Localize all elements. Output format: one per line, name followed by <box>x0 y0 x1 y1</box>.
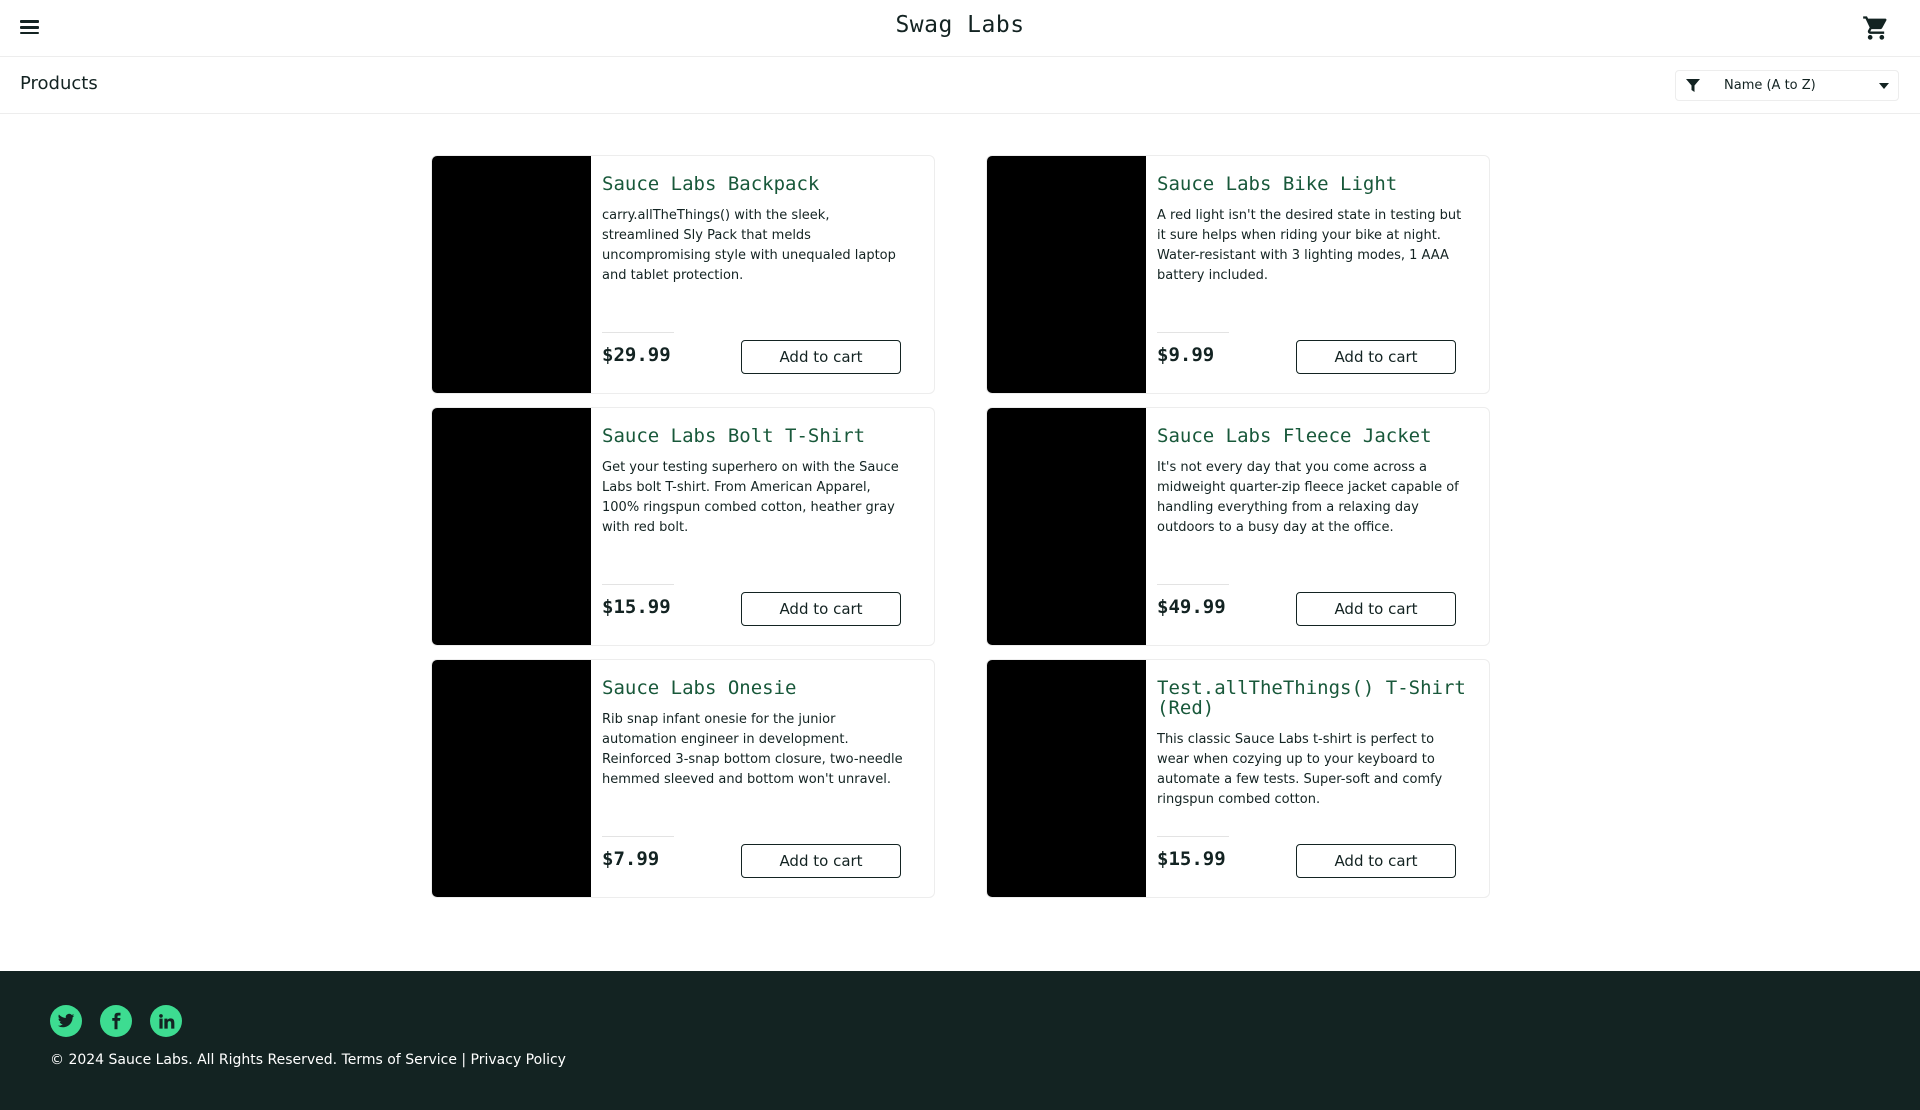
add-to-cart-button[interactable]: Add to cart <box>741 844 901 878</box>
product-price: $29.99 <box>602 344 671 366</box>
product-price: $9.99 <box>1157 344 1215 366</box>
product-image[interactable] <box>987 660 1146 897</box>
product-price: $49.99 <box>1157 596 1226 618</box>
inventory-item: Sauce Labs Backpack carry.allTheThings()… <box>431 155 935 394</box>
inventory-item: Sauce Labs Bolt T-Shirt Get your testing… <box>431 407 935 646</box>
page-title: Products <box>20 73 98 94</box>
product-image[interactable] <box>432 660 591 897</box>
hamburger-menu-icon[interactable] <box>18 17 42 41</box>
filter-funnel-icon <box>1686 78 1700 97</box>
product-description: Get your testing superhero on with the S… <box>602 460 899 535</box>
product-image[interactable] <box>432 408 591 645</box>
product-name[interactable]: Sauce Labs Backpack <box>602 174 912 194</box>
twitter-icon[interactable] <box>50 1005 82 1037</box>
divider <box>1157 332 1229 333</box>
product-image[interactable] <box>987 156 1146 393</box>
sort-select[interactable]: Name (A to Z) <box>1675 70 1899 101</box>
add-to-cart-button[interactable]: Add to cart <box>741 340 901 374</box>
divider <box>602 836 674 837</box>
product-image[interactable] <box>987 408 1146 645</box>
add-to-cart-button[interactable]: Add to cart <box>1296 844 1456 878</box>
add-to-cart-button[interactable]: Add to cart <box>1296 592 1456 626</box>
product-description: This classic Sauce Labs t-shirt is perfe… <box>1157 732 1443 807</box>
linkedin-icon[interactable] <box>150 1005 182 1037</box>
product-price: $15.99 <box>1157 848 1226 870</box>
footer: © 2024 Sauce Labs. All Rights Reserved. … <box>0 971 1920 1110</box>
sort-selected-value: Name (A to Z) <box>1724 78 1816 93</box>
facebook-icon[interactable] <box>100 1005 132 1037</box>
product-description: carry.allTheThings() with the sleek, str… <box>602 208 896 283</box>
inventory-item: Test.allTheThings() T-Shirt (Red) This c… <box>986 659 1490 898</box>
secondary-header: Products Name (A to Z) <box>0 57 1920 114</box>
inventory-item: Sauce Labs Bike Light A red light isn't … <box>986 155 1490 394</box>
primary-header: Swag Labs <box>0 0 1920 57</box>
product-name[interactable]: Test.allTheThings() T-Shirt (Red) <box>1157 678 1467 718</box>
product-price: $7.99 <box>602 848 660 870</box>
divider <box>602 332 674 333</box>
product-description: It's not every day that you come across … <box>1157 460 1459 535</box>
product-image[interactable] <box>432 156 591 393</box>
inventory-item: Sauce Labs Fleece Jacket It's not every … <box>986 407 1490 646</box>
product-name[interactable]: Sauce Labs Onesie <box>602 678 912 698</box>
product-name[interactable]: Sauce Labs Bike Light <box>1157 174 1467 194</box>
product-description: A red light isn't the desired state in t… <box>1157 208 1462 283</box>
chevron-down-icon <box>1879 83 1889 89</box>
divider <box>1157 836 1229 837</box>
product-price: $15.99 <box>602 596 671 618</box>
inventory-item: Sauce Labs Onesie Rib snap infant onesie… <box>431 659 935 898</box>
product-name[interactable]: Sauce Labs Fleece Jacket <box>1157 426 1467 446</box>
divider <box>1157 584 1229 585</box>
product-name[interactable]: Sauce Labs Bolt T-Shirt <box>602 426 912 446</box>
app-logo: Swag Labs <box>895 12 1025 38</box>
product-description: Rib snap infant onesie for the junior au… <box>602 712 903 787</box>
footer-copyright: © 2024 Sauce Labs. All Rights Reserved. … <box>50 1052 566 1068</box>
add-to-cart-button[interactable]: Add to cart <box>1296 340 1456 374</box>
divider <box>602 584 674 585</box>
shopping-cart-icon[interactable] <box>1862 14 1890 42</box>
add-to-cart-button[interactable]: Add to cart <box>741 592 901 626</box>
